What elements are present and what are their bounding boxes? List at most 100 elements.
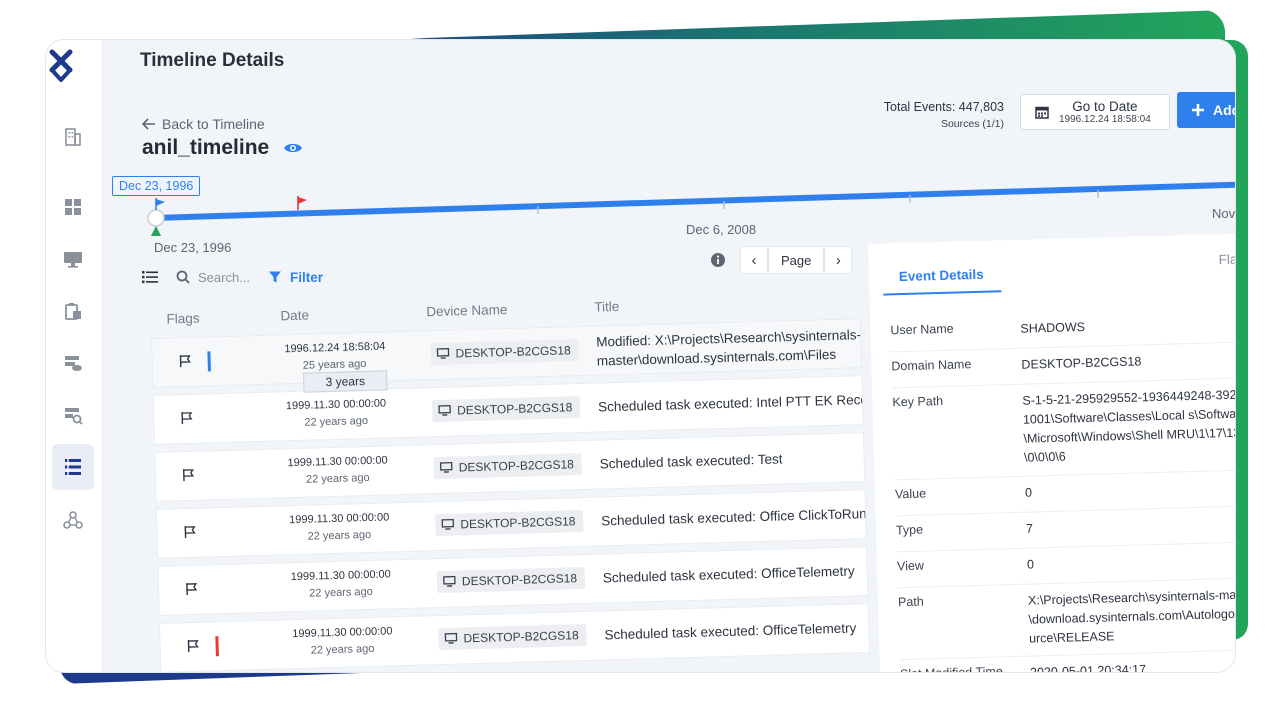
server-search-icon — [65, 408, 83, 425]
flag-outline-icon[interactable] — [185, 582, 199, 596]
device-name: DESKTOP-B2CGS18 — [461, 571, 578, 589]
device-chip[interactable]: DESKTOP-B2CGS18 — [438, 623, 587, 651]
events-table: Flags Date Device Name Title 1996.12.24 … — [150, 282, 871, 672]
device-chip[interactable]: DESKTOP-B2CGS18 — [430, 339, 579, 366]
column-header-date[interactable]: Date — [280, 308, 309, 324]
detail-value: DESKTOP-B2CGS18 — [1021, 354, 1142, 372]
row-date: 1999.11.30 00:00:00 — [292, 625, 393, 641]
chevron-right-icon: › — [835, 251, 841, 269]
search-input[interactable]: Search... — [176, 270, 250, 285]
add-button-label: Add — [1213, 102, 1235, 118]
timeline-icon — [65, 458, 81, 476]
detail-value: 0 — [1026, 557, 1035, 572]
row-date: 1996.12.24 18:58:04 — [284, 340, 386, 356]
flag-outline-icon[interactable] — [183, 525, 197, 539]
nav-search-servers[interactable] — [52, 394, 94, 436]
monitor-icon — [441, 518, 455, 530]
filter-funnel-icon — [269, 271, 282, 283]
table-row[interactable]: 1999.11.30 00:00:00 22 years ago DESKTOP-B… — [158, 603, 871, 672]
detail-key: Path — [897, 594, 924, 610]
column-header-title[interactable]: Title — [594, 299, 619, 315]
device-name: DESKTOP-B2CGS18 — [455, 343, 571, 361]
row-title-line: Scheduled task executed: OfficeTelemetry — [602, 563, 855, 586]
timeline-start-handle[interactable] — [147, 209, 165, 236]
monitor-icon — [444, 632, 458, 644]
search-placeholder: Search... — [198, 269, 251, 285]
device-name: DESKTOP-B2CGS18 — [458, 457, 575, 475]
nav-integrations[interactable] — [52, 500, 94, 542]
detail-value: X:\Projects\Research\sysinternals-master… — [1027, 587, 1235, 646]
flag-color-marker — [215, 636, 219, 657]
nav-timeline[interactable] — [52, 444, 94, 490]
row-date: 1999.11.30 00:00:00 — [288, 511, 390, 527]
row-date: 1999.11.30 00:00:00 — [290, 568, 391, 584]
page-label: Page — [768, 246, 825, 274]
detail-key: User Name — [890, 321, 954, 338]
main-content: Timeline Details Back to Timeline anil_t… — [102, 40, 1235, 672]
detail-key: Type — [895, 522, 924, 538]
flag-color-marker — [207, 351, 211, 372]
nav-devices[interactable] — [52, 238, 94, 280]
table-toolbar: Search... Filter — [142, 260, 472, 294]
device-chip[interactable]: DESKTOP-B2CGS18 — [431, 396, 581, 423]
device-name: DESKTOP-B2CGS18 — [463, 628, 579, 646]
device-chip[interactable]: DESKTOP-B2CGS18 — [433, 453, 583, 480]
add-button[interactable]: Add — [1177, 92, 1235, 128]
row-date: 1999.11.30 00:00:00 — [285, 397, 387, 413]
axis-mid-label: Dec 6, 2008 — [686, 222, 757, 237]
row-relative-time: 22 years ago — [310, 642, 375, 657]
prev-page-button[interactable]: ‹ — [740, 246, 768, 274]
device-name: DESKTOP-B2CGS18 — [456, 400, 573, 418]
detail-key: Value — [894, 486, 927, 502]
monitor-icon — [64, 252, 82, 268]
sources-count: Sources (1/1) — [940, 118, 1004, 130]
flag-outline-icon[interactable] — [186, 639, 200, 653]
nav-organizations[interactable] — [52, 116, 94, 158]
timeline-axis-line — [153, 181, 1235, 221]
flag-outline-icon[interactable] — [182, 468, 196, 482]
network-nodes-icon — [63, 511, 83, 529]
event-details-panel: Event Details Fla User Name SHADOWS Domain… — [868, 231, 1235, 672]
table-body: 1996.12.24 18:58:04 25 years ago DESKTOP-B… — [151, 318, 871, 672]
nav-cases[interactable] — [52, 290, 94, 332]
device-name: DESKTOP-B2CGS18 — [460, 514, 576, 532]
next-page-button[interactable]: › — [824, 246, 853, 274]
go-to-date-button[interactable]: Go to Date 1996.12.24 18:58:04 — [1020, 94, 1170, 130]
row-title: Scheduled task executed: Intel PTT EK Re… — [598, 390, 862, 416]
nav-cloud-storage[interactable] — [52, 342, 94, 384]
column-header-flags[interactable]: Flags — [166, 311, 199, 327]
filter-button[interactable]: Filter — [268, 270, 323, 285]
row-relative-time: 22 years ago — [307, 528, 372, 543]
plus-icon — [1192, 104, 1204, 116]
column-header-device[interactable]: Device Name — [426, 302, 507, 319]
info-icon[interactable] — [710, 252, 726, 268]
clipboard-icon — [65, 303, 81, 320]
sidebar — [46, 40, 103, 672]
red-flag-icon[interactable] — [297, 196, 307, 210]
brand-logo-icon[interactable] — [48, 46, 74, 86]
back-to-timeline-link[interactable]: Back to Timeline — [142, 116, 265, 132]
device-chip[interactable]: DESKTOP-B2CGS18 — [436, 566, 586, 594]
nav-dashboard[interactable] — [52, 186, 94, 228]
detail-value: S-1-5-21-295929552-1936449248-3921-1001\… — [1022, 387, 1235, 465]
calendar-icon — [1035, 106, 1049, 119]
server-cloud-icon — [65, 356, 82, 371]
go-to-date-value: 1996.12.24 18:58:04 — [1059, 114, 1151, 125]
building-icon — [65, 128, 81, 146]
list-view-icon[interactable] — [142, 270, 158, 284]
active-tab-indicator — [883, 290, 1002, 296]
device-chip[interactable]: DESKTOP-B2CGS18 — [435, 509, 584, 537]
flag-outline-icon[interactable] — [178, 354, 192, 368]
flag-outline-icon[interactable] — [180, 411, 194, 425]
tab-event-details[interactable]: Event Details — [899, 267, 984, 284]
search-icon — [176, 270, 190, 284]
row-relative-time: 22 years ago — [309, 585, 373, 600]
tab-flags[interactable]: Fla — [1218, 252, 1235, 268]
row-title: Modified: X:\Projects\Research\sysintern… — [596, 325, 861, 370]
eye-icon[interactable] — [283, 141, 303, 155]
timeline-name: anil_timeline — [142, 136, 303, 160]
blue-flag-icon[interactable] — [155, 198, 165, 210]
monitor-icon — [438, 404, 451, 416]
detail-key: View — [896, 558, 925, 574]
row-relative-time: 22 years ago — [304, 414, 369, 429]
